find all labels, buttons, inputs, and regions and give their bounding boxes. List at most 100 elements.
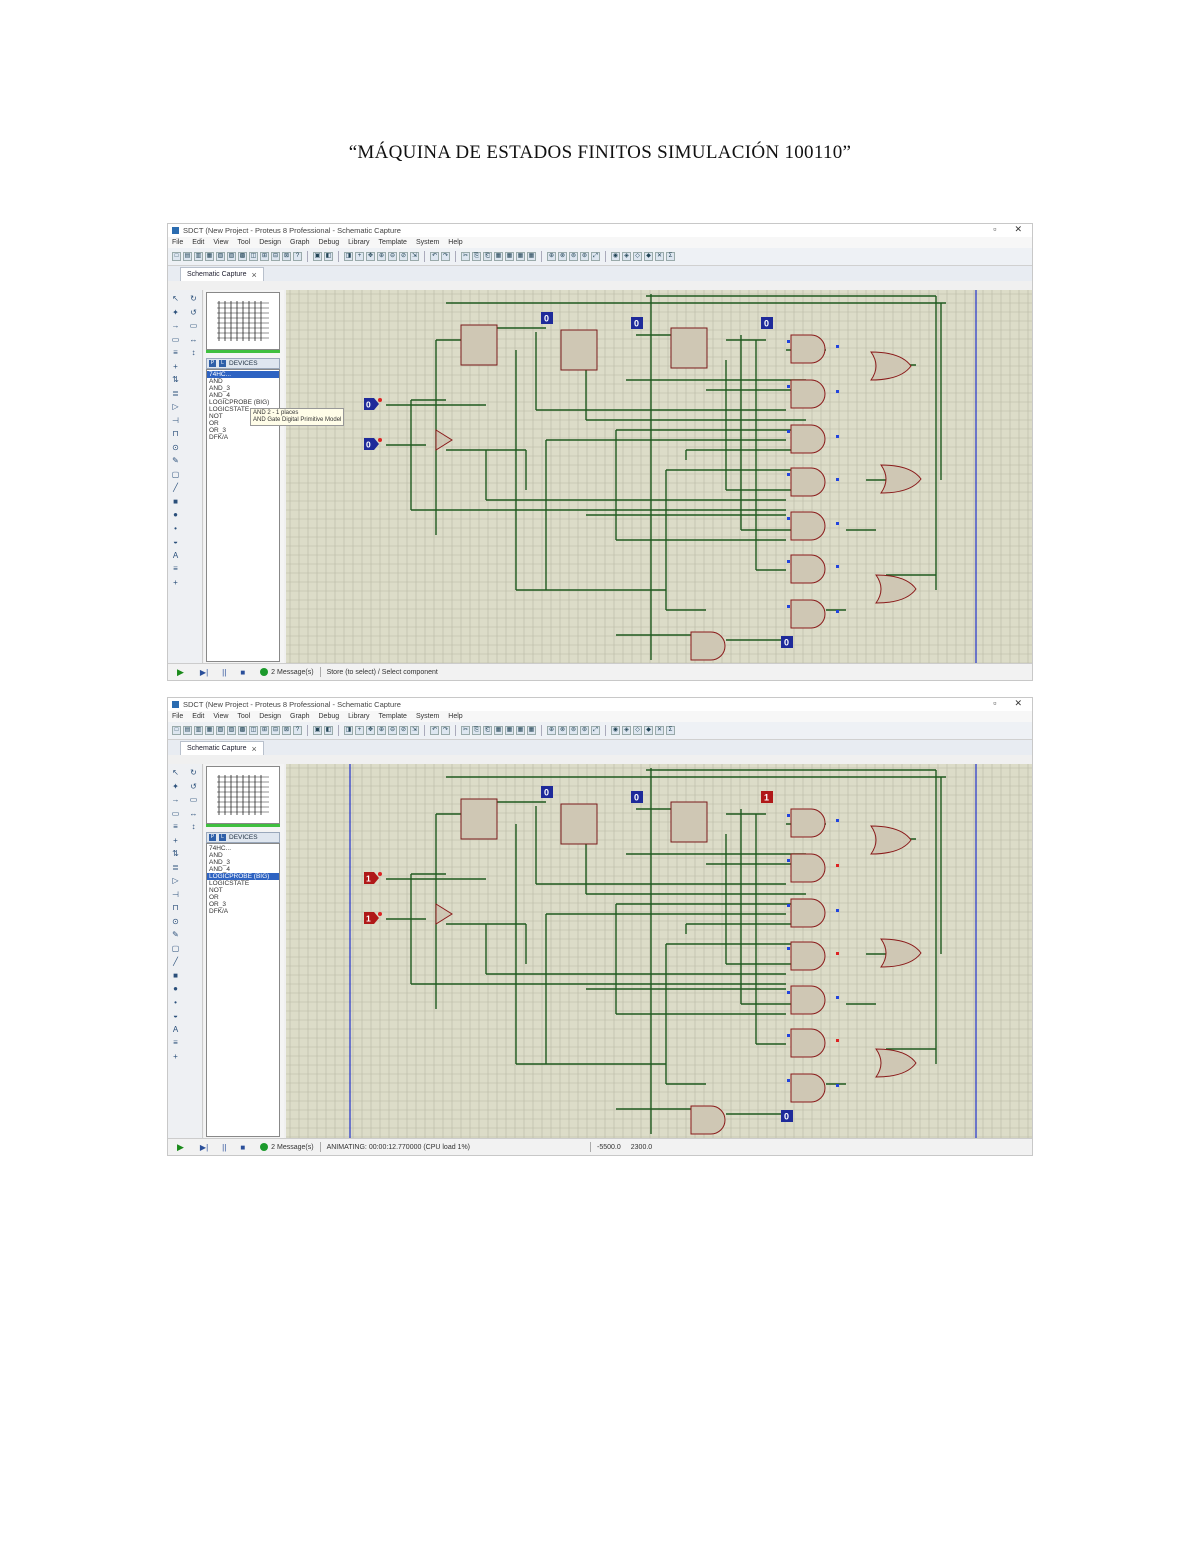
device-list-item[interactable]: DFK/A — [207, 434, 279, 441]
close-window-icon[interactable]: ✕ — [1014, 224, 1022, 235]
mode-tool-icon[interactable]: ≡ — [171, 1038, 180, 1047]
play-icon[interactable]: ▶ — [177, 1142, 184, 1153]
device-list-item[interactable]: NOT — [207, 887, 279, 894]
tab-close-icon[interactable]: × — [252, 270, 257, 280]
toolbar-tool-icon[interactable]: ▦ — [205, 726, 214, 735]
menu-template[interactable]: Template — [379, 713, 407, 720]
and-gate[interactable] — [790, 1028, 826, 1058]
toolbar-tool-icon[interactable]: □ — [172, 726, 181, 735]
menu-tool[interactable]: Tool — [237, 713, 250, 720]
mode-tool-icon[interactable]: ⊓ — [171, 429, 180, 438]
toolbar-tool-icon[interactable]: ⊠ — [282, 252, 291, 261]
step-icon[interactable]: ▶| — [200, 668, 208, 677]
overview-window[interactable] — [206, 292, 280, 350]
mode-tool-icon[interactable]: ≣ — [171, 863, 180, 872]
mode-tool-icon[interactable]: ⊓ — [171, 903, 180, 912]
mode-tool-icon[interactable]: ✎ — [171, 930, 180, 939]
mode-tool-icon[interactable]: ⊣ — [171, 890, 180, 899]
d-flip-flop[interactable] — [560, 329, 598, 371]
device-list-item[interactable]: OR — [207, 894, 279, 901]
pause-icon[interactable]: || — [222, 1143, 226, 1152]
toolbar-tool-icon[interactable]: ⇲ — [410, 726, 419, 735]
stop-icon[interactable]: ■ — [240, 1143, 245, 1152]
toolbar-tool-icon[interactable]: ◈ — [622, 726, 631, 735]
toolbar-tool-icon[interactable]: ▤ — [183, 726, 192, 735]
and-gate[interactable] — [790, 941, 826, 971]
toolbar-tool-icon[interactable]: ✥ — [366, 252, 375, 261]
toolbar-tool-icon[interactable]: ▦ — [205, 252, 214, 261]
toolbar-tool-icon[interactable]: ⊛ — [580, 252, 589, 261]
mode-tool-icon[interactable]: ● — [171, 510, 180, 519]
and-gate[interactable] — [790, 853, 826, 883]
menu-file[interactable]: File — [172, 713, 183, 720]
and-gate[interactable] — [790, 808, 826, 838]
mode-tool-icon[interactable]: ▷ — [171, 876, 180, 885]
tab-close-icon[interactable]: × — [252, 744, 257, 754]
device-list-item[interactable]: LOGICPROBE (BIG) — [207, 873, 279, 880]
toolbar-tool-icon[interactable]: ◧ — [324, 252, 333, 261]
mode-tool-icon[interactable]: ╱ — [171, 483, 180, 492]
library-button[interactable]: L — [219, 834, 226, 841]
toolbar-tool-icon[interactable]: ▦ — [516, 252, 525, 261]
mode-tool-icon[interactable]: + — [171, 578, 180, 587]
toolbar-tool-icon[interactable]: + — [355, 726, 364, 735]
toolbar-tool-icon[interactable]: ⊞ — [260, 726, 269, 735]
menu-template[interactable]: Template — [379, 239, 407, 246]
rotate-tool-icon[interactable]: ↺ — [189, 308, 198, 317]
device-list-item[interactable]: OR_3 — [207, 427, 279, 434]
toolbar-tool-icon[interactable]: ⊕ — [547, 252, 556, 261]
menu-graph[interactable]: Graph — [290, 713, 309, 720]
toolbar-tool-icon[interactable]: ▦ — [505, 252, 514, 261]
and-gate[interactable] — [790, 511, 826, 541]
and-gate[interactable] — [790, 898, 826, 928]
pause-icon[interactable]: || — [222, 668, 226, 677]
device-list-item[interactable]: AND_4 — [207, 392, 279, 399]
toolbar-tool-icon[interactable]: ◫ — [249, 726, 258, 735]
d-flip-flop[interactable] — [460, 798, 498, 840]
menu-library[interactable]: Library — [348, 713, 369, 720]
and-gate[interactable] — [790, 1073, 826, 1103]
toolbar-tool-icon[interactable]: ▨ — [227, 726, 236, 735]
toolbar-tool-icon[interactable]: ⎗ — [483, 252, 492, 261]
toolbar-tool-icon[interactable]: ? — [293, 726, 302, 735]
toolbar-tool-icon[interactable]: ? — [293, 252, 302, 261]
toolbar-tool-icon[interactable]: ◨ — [344, 252, 353, 261]
menu-design[interactable]: Design — [259, 713, 281, 720]
schematic-drawing[interactable]: 0 0 1 1 1 0 — [286, 764, 1033, 1141]
menu-view[interactable]: View — [213, 713, 228, 720]
toolbar-tool-icon[interactable]: ▣ — [313, 726, 322, 735]
rotate-tool-icon[interactable]: ↕ — [189, 348, 198, 357]
mode-tool-icon[interactable]: ■ — [171, 971, 180, 980]
and-gate[interactable] — [690, 631, 726, 661]
toolbar-tool-icon[interactable]: ◨ — [344, 726, 353, 735]
rotate-tool-icon[interactable]: ↺ — [189, 782, 198, 791]
mode-tool-icon[interactable]: ⇅ — [171, 849, 180, 858]
toolbar-tool-icon[interactable]: ▦ — [527, 726, 536, 735]
toolbar-tool-icon[interactable]: ◇ — [633, 726, 642, 735]
toolbar-tool-icon[interactable]: ◇ — [633, 252, 642, 261]
menu-file[interactable]: File — [172, 239, 183, 246]
mode-tool-icon[interactable]: A — [171, 1025, 180, 1034]
toolbar-tool-icon[interactable]: ◉ — [611, 252, 620, 261]
toolbar-tool-icon[interactable]: ⊘ — [399, 252, 408, 261]
toolbar-tool-icon[interactable]: ▦ — [494, 726, 503, 735]
mode-tool-icon[interactable]: • — [171, 524, 180, 533]
and-gate[interactable] — [790, 985, 826, 1015]
rotate-tool-icon[interactable]: ↔ — [189, 335, 198, 344]
mode-tool-icon[interactable]: + — [171, 362, 180, 371]
toolbar-tool-icon[interactable]: ▣ — [313, 252, 322, 261]
menu-help[interactable]: Help — [448, 239, 462, 246]
toolbar-tool-icon[interactable]: ⊗ — [558, 726, 567, 735]
device-list-item[interactable]: 74HC... — [207, 371, 279, 378]
toolbar-tool-icon[interactable]: ▧ — [216, 252, 225, 261]
toolbar-tool-icon[interactable]: ⎗ — [483, 726, 492, 735]
toolbar-tool-icon[interactable]: ▦ — [494, 252, 503, 261]
toolbar-tool-icon[interactable]: Σ — [666, 726, 675, 735]
toolbar-tool-icon[interactable]: ⊕ — [377, 252, 386, 261]
and-gate[interactable] — [790, 424, 826, 454]
device-list-item[interactable]: AND — [207, 378, 279, 385]
toolbar-tool-icon[interactable]: ▥ — [194, 726, 203, 735]
schematic-canvas[interactable]: 0 0 1 1 1 0 — [286, 764, 1033, 1141]
mode-tool-icon[interactable]: ⇅ — [171, 375, 180, 384]
mode-tool-icon[interactable]: ● — [171, 984, 180, 993]
